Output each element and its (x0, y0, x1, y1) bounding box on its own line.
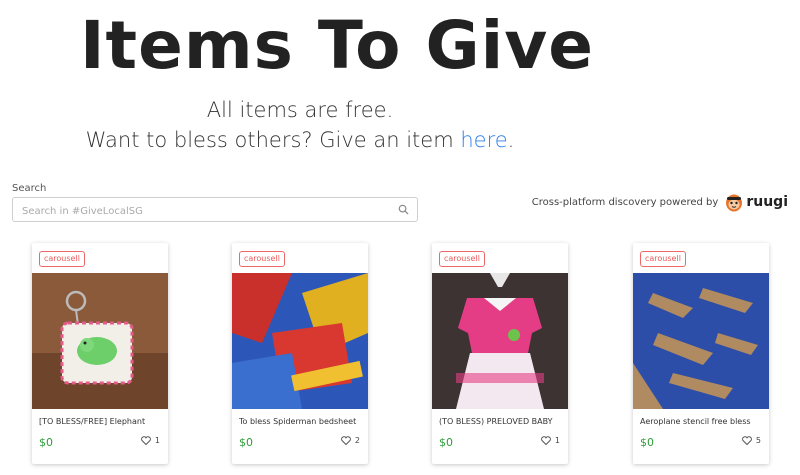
ruugi-mascot-icon (726, 194, 743, 212)
like-counter[interactable]: 5 (742, 436, 761, 445)
item-title: Aeroplane stencil free bless (640, 417, 751, 426)
source-badge: carousell (640, 251, 686, 267)
item-card[interactable]: carousell (TO BLESS) PRELOVED BABY $0 1 (432, 243, 568, 464)
page-title: Items To Give (80, 7, 595, 84)
item-price: $0 (640, 436, 654, 449)
like-count: 1 (554, 436, 560, 445)
item-photo[interactable] (633, 273, 769, 409)
item-photo[interactable] (232, 273, 368, 409)
like-counter[interactable]: 1 (141, 436, 160, 445)
tagline-period: . (507, 128, 515, 152)
tagline-give: Want to bless others? Give an item here. (0, 128, 600, 152)
tagline-give-text: Want to bless others? Give an item (85, 128, 461, 152)
tagline-free: All items are free. (206, 98, 394, 122)
item-photo[interactable] (32, 273, 168, 409)
like-counter[interactable]: 1 (541, 436, 560, 445)
source-badge: carousell (439, 251, 485, 267)
like-counter[interactable]: 2 (341, 436, 360, 445)
item-price: $0 (39, 436, 53, 449)
like-count: 5 (755, 436, 761, 445)
search-input[interactable] (20, 202, 394, 220)
search-box[interactable] (12, 197, 418, 222)
give-item-link[interactable]: here (460, 128, 507, 152)
item-price: $0 (239, 436, 253, 449)
heart-icon[interactable] (341, 436, 351, 445)
item-price: $0 (439, 436, 453, 449)
item-card[interactable]: carousell To bless Spiderman bedsheet $0… (232, 243, 368, 464)
item-card[interactable]: carousell Aeroplane stencil free bless $… (633, 243, 769, 464)
powered-by-text: Cross-platform discovery powered by (531, 196, 719, 208)
search-label: Search (12, 183, 47, 194)
item-title: (TO BLESS) PRELOVED BABY (439, 417, 553, 426)
source-badge: carousell (39, 251, 85, 267)
heart-icon[interactable] (742, 436, 752, 445)
heart-icon[interactable] (141, 436, 151, 445)
heart-icon[interactable] (541, 436, 551, 445)
ruugi-logo[interactable]: ruugi (725, 192, 788, 212)
source-badge: carousell (239, 251, 285, 267)
powered-by: Cross-platform discovery powered by ruug… (532, 192, 788, 212)
item-title: To bless Spiderman bedsheet (239, 417, 357, 426)
like-count: 2 (354, 436, 360, 445)
ruugi-brand: ruugi (746, 194, 788, 210)
search-icon[interactable] (398, 204, 409, 215)
item-card[interactable]: carousell [TO BLESS/FREE] Elephant $0 1 (32, 243, 168, 464)
item-title: [TO BLESS/FREE] Elephant (39, 417, 146, 426)
item-photo[interactable] (432, 273, 568, 409)
like-count: 1 (154, 436, 160, 445)
